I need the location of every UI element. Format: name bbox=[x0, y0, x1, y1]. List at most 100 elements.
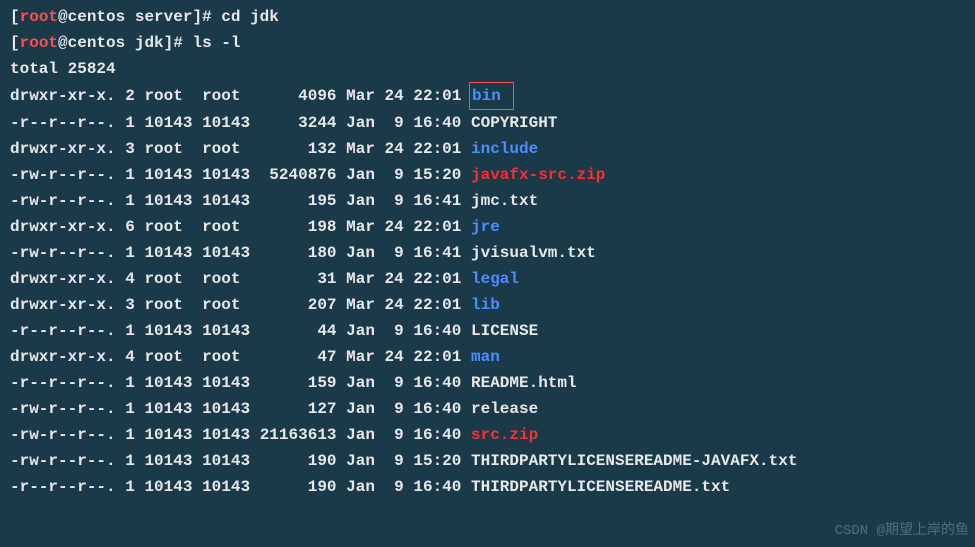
day: 9 bbox=[385, 400, 404, 418]
file-row: drwxr-xr-x. 3 root root 132 Mar 24 22:01… bbox=[10, 136, 965, 162]
time: 22:01 bbox=[413, 296, 461, 314]
file-name: COPYRIGHT bbox=[471, 114, 557, 132]
group: root bbox=[202, 270, 250, 288]
file-row: drwxr-xr-x. 4 root root 47 Mar 24 22:01 … bbox=[10, 344, 965, 370]
links: 1 bbox=[125, 322, 135, 340]
size: 127 bbox=[260, 400, 337, 418]
month: Jan bbox=[346, 322, 375, 340]
file-row: -r--r--r--. 1 10143 10143 3244 Jan 9 16:… bbox=[10, 110, 965, 136]
time: 16:40 bbox=[413, 114, 461, 132]
day: 9 bbox=[385, 426, 404, 444]
file-row: -rw-r--r--. 1 10143 10143 127 Jan 9 16:4… bbox=[10, 396, 965, 422]
bracket-close: ]# bbox=[192, 8, 221, 26]
host: centos bbox=[68, 34, 126, 52]
time: 15:20 bbox=[413, 166, 461, 184]
group: 10143 bbox=[202, 114, 250, 132]
month: Mar bbox=[346, 87, 375, 105]
user: root bbox=[20, 34, 58, 52]
file-name: src.zip bbox=[471, 426, 538, 444]
day: 9 bbox=[385, 322, 404, 340]
command: cd jdk bbox=[221, 8, 279, 26]
group: 10143 bbox=[202, 478, 250, 496]
group: 10143 bbox=[202, 374, 250, 392]
file-name: javafx-src.zip bbox=[471, 166, 605, 184]
file-name: lib bbox=[471, 296, 500, 314]
perms: drwxr-xr-x. bbox=[10, 87, 116, 105]
time: 16:40 bbox=[413, 374, 461, 392]
links: 1 bbox=[125, 478, 135, 496]
size: 132 bbox=[260, 140, 337, 158]
command: ls -l bbox=[192, 34, 240, 52]
time: 16:40 bbox=[413, 400, 461, 418]
cwd: jdk bbox=[135, 34, 164, 52]
time: 16:40 bbox=[413, 478, 461, 496]
month: Mar bbox=[346, 348, 375, 366]
owner: 10143 bbox=[144, 166, 192, 184]
day: 9 bbox=[385, 374, 404, 392]
file-row: -r--r--r--. 1 10143 10143 190 Jan 9 16:4… bbox=[10, 474, 965, 500]
bracket-close: ]# bbox=[164, 34, 193, 52]
group: 10143 bbox=[202, 400, 250, 418]
day: 9 bbox=[385, 114, 404, 132]
at: @ bbox=[58, 8, 68, 26]
size: 31 bbox=[260, 270, 337, 288]
perms: -rw-r--r--. bbox=[10, 426, 116, 444]
day: 24 bbox=[385, 87, 404, 105]
size: 159 bbox=[260, 374, 337, 392]
perms: -r--r--r--. bbox=[10, 478, 116, 496]
file-row: drwxr-xr-x. 3 root root 207 Mar 24 22:01… bbox=[10, 292, 965, 318]
group: 10143 bbox=[202, 426, 250, 444]
links: 6 bbox=[125, 218, 135, 236]
month: Jan bbox=[346, 192, 375, 210]
links: 3 bbox=[125, 296, 135, 314]
perms: drwxr-xr-x. bbox=[10, 140, 116, 158]
terminal-output[interactable]: [root@centos server]# cd jdk[root@centos… bbox=[10, 4, 965, 500]
time: 16:41 bbox=[413, 244, 461, 262]
group: root bbox=[202, 348, 250, 366]
links: 1 bbox=[125, 452, 135, 470]
owner: 10143 bbox=[144, 192, 192, 210]
group: 10143 bbox=[202, 244, 250, 262]
links: 2 bbox=[125, 87, 135, 105]
file-row: -r--r--r--. 1 10143 10143 159 Jan 9 16:4… bbox=[10, 370, 965, 396]
prompt-line: [root@centos server]# cd jdk bbox=[10, 4, 965, 30]
month: Jan bbox=[346, 166, 375, 184]
size: 207 bbox=[260, 296, 337, 314]
day: 24 bbox=[385, 270, 404, 288]
group: root bbox=[202, 296, 250, 314]
perms: -rw-r--r--. bbox=[10, 192, 116, 210]
links: 1 bbox=[125, 426, 135, 444]
file-row: -rw-r--r--. 1 10143 10143 180 Jan 9 16:4… bbox=[10, 240, 965, 266]
owner: 10143 bbox=[144, 426, 192, 444]
day: 24 bbox=[385, 296, 404, 314]
perms: -rw-r--r--. bbox=[10, 244, 116, 262]
owner: 10143 bbox=[144, 322, 192, 340]
file-name: jmc.txt bbox=[471, 192, 538, 210]
month: Jan bbox=[346, 452, 375, 470]
group: 10143 bbox=[202, 192, 250, 210]
owner: 10143 bbox=[144, 244, 192, 262]
time: 22:01 bbox=[413, 218, 461, 236]
time: 22:01 bbox=[413, 348, 461, 366]
file-row: drwxr-xr-x. 4 root root 31 Mar 24 22:01 … bbox=[10, 266, 965, 292]
time: 22:01 bbox=[413, 87, 461, 105]
file-name: jre bbox=[471, 218, 500, 236]
links: 3 bbox=[125, 140, 135, 158]
day: 9 bbox=[385, 452, 404, 470]
highlight-box: bin bbox=[469, 82, 514, 110]
owner: 10143 bbox=[144, 114, 192, 132]
perms: -rw-r--r--. bbox=[10, 400, 116, 418]
group: 10143 bbox=[202, 166, 250, 184]
file-row: -r--r--r--. 1 10143 10143 44 Jan 9 16:40… bbox=[10, 318, 965, 344]
day: 24 bbox=[385, 140, 404, 158]
file-row: -rw-r--r--. 1 10143 10143 21163613 Jan 9… bbox=[10, 422, 965, 448]
group: 10143 bbox=[202, 452, 250, 470]
time: 16:40 bbox=[413, 426, 461, 444]
file-row: -rw-r--r--. 1 10143 10143 195 Jan 9 16:4… bbox=[10, 188, 965, 214]
file-row: -rw-r--r--. 1 10143 10143 190 Jan 9 15:2… bbox=[10, 448, 965, 474]
day: 9 bbox=[385, 192, 404, 210]
group: root bbox=[202, 140, 250, 158]
time: 22:01 bbox=[413, 140, 461, 158]
perms: drwxr-xr-x. bbox=[10, 296, 116, 314]
month: Jan bbox=[346, 244, 375, 262]
